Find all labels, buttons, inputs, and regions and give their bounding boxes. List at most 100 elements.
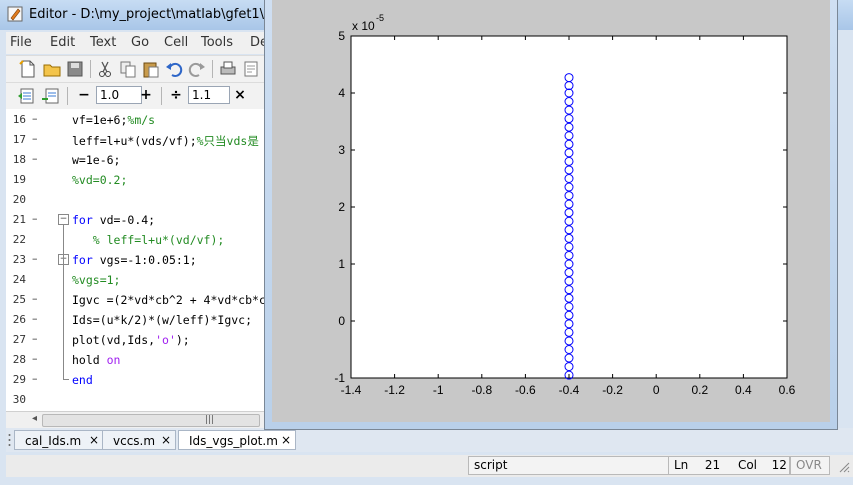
line-number: 19 [12,173,26,186]
code-line[interactable]: 19 %vd=0.2; [6,169,266,189]
breakpoint-marker[interactable]: – [32,352,38,365]
horizontal-scrollbar[interactable]: ◂ ||| [6,411,266,428]
x-tick-label: -0.4 [559,383,580,397]
breakpoint-marker[interactable]: – [32,312,38,325]
fold-toggle-icon[interactable]: − [58,214,69,225]
decrement-button[interactable]: − [75,86,93,104]
code-editor[interactable]: 16– vf=1e+6;%m/s 17– leff=l+u*(vds/vf);%只当v… [6,109,266,411]
scroll-left-arrow-icon[interactable]: ◂ [32,413,37,424]
cut-icon[interactable] [95,59,115,79]
code-token: vf=1e+6; [72,113,128,127]
code-line[interactable]: 25– Igvc =(2*vd*cb^2 + 4*vd*cb*c [6,289,266,309]
code-line[interactable]: 21– for vd=-0.4; [6,209,266,229]
y-tick-label: 1 [338,257,345,271]
paste-icon[interactable] [141,59,161,79]
evaluate-cell-icon[interactable] [41,86,61,106]
code-line[interactable]: 26– Ids=(u*k/2)*(w/leff)*Igvc; [6,309,266,329]
code-line[interactable]: 23– for vgs=-1:0.05:1; [6,249,266,269]
multiply-button[interactable]: × [231,86,249,104]
breakpoint-marker[interactable]: – [32,292,38,305]
breakpoint-marker[interactable]: – [32,132,38,145]
figure-canvas: -1.4 -1.2 -1 -0.8 -0.6 -0.4 -0.2 0 0.2 0.4 0.6 -1 0 1… [272,0,830,422]
code-line[interactable]: 30 [6,389,266,409]
code-line[interactable]: 28– hold on [6,349,266,369]
menu-tools[interactable]: Tools [201,35,233,50]
new-file-icon[interactable] [18,59,38,79]
open-folder-icon[interactable] [42,59,62,79]
resize-grip-icon[interactable] [838,461,850,473]
code-token: leff=l+u*(vds/vf); [72,134,197,148]
scrollbar-grip-icon: ||| [205,415,215,425]
line-number: 18 [12,153,26,166]
code-line[interactable]: 27– plot(vd,Ids,'o'); [6,329,266,349]
tab-bar-grip-icon [8,434,11,446]
y-tick-label: 3 [338,143,345,157]
line-number: 24 [12,273,26,286]
line-number: 25 [12,293,26,306]
menu-go[interactable]: Go [131,35,149,50]
code-line[interactable]: 29– end [6,369,266,389]
line-number: 23 [12,253,26,266]
menu-file[interactable]: File [10,35,32,50]
code-line[interactable]: 16– vf=1e+6;%m/s [6,109,266,129]
line-value: 21 [704,458,721,472]
undo-icon[interactable] [164,59,184,79]
code-line[interactable]: 24 %vgs=1; [6,269,266,289]
y-tick-label: 0 [338,314,345,328]
redo-icon[interactable] [187,59,207,79]
line-number: 26 [12,313,26,326]
menu-text[interactable]: Text [90,35,116,50]
tab-ids-vgs-plot[interactable]: Ids_vgs_plot.m × [178,430,296,450]
code-line[interactable]: 20 [6,189,266,209]
tab-close-icon[interactable]: × [161,433,171,447]
tab-cal-ids[interactable]: cal_Ids.m × [14,430,104,450]
code-line[interactable]: 22 % leff=l+u*(vd/vf); [6,229,266,249]
x-tick-label: -1 [433,383,444,397]
code-token: %m/s [127,113,156,127]
print-icon[interactable] [218,59,238,79]
code-text: % leff=l+u*(vd/vf); [72,233,225,247]
breakpoint-marker[interactable]: – [32,252,38,265]
code-token: %只当vds是 [196,134,259,148]
code-token: vd=-0.4; [92,213,156,227]
code-text: end [72,373,93,387]
copy-icon[interactable] [118,59,138,79]
editor-title: Editor - D:\my_project\matlab\gfet1\Ids_ [29,7,290,22]
code-token: plot(vd,Ids, [72,333,156,347]
increment-button[interactable]: + [137,86,155,104]
y-tick-label: 4 [338,86,345,100]
code-line[interactable]: 17– leff=l+u*(vds/vf);%只当vds是 [6,129,266,149]
line-number: 22 [12,233,26,246]
code-text: Igvc =(2*vd*cb^2 + 4*vd*cb*c [72,293,266,307]
tab-vccs[interactable]: vccs.m × [102,430,176,450]
code-token: end [72,373,93,387]
find-files-icon[interactable] [242,59,262,79]
divide-button[interactable]: ÷ [167,86,185,104]
breakpoint-marker[interactable]: – [32,212,38,225]
toolbar-separator [67,87,68,105]
line-number: 21 [12,213,26,226]
code-line[interactable]: 18– w=1e-6; [6,149,266,169]
figure-window[interactable]: -1.4 -1.2 -1 -0.8 -0.6 -0.4 -0.2 0 0.2 0.4 0.6 -1 0 1… [264,0,838,430]
x-tick-label: -1.2 [384,383,405,397]
fold-guide-end [63,379,69,380]
scrollbar-thumb[interactable]: ||| [42,414,260,427]
code-text: leff=l+u*(vds/vf);%只当vds是 [72,133,259,149]
decrement-value-field[interactable]: 1.0 [96,86,142,104]
fold-guide-line [63,225,64,379]
tab-close-icon[interactable]: × [89,433,99,447]
menu-edit[interactable]: Edit [50,35,75,50]
tab-close-icon[interactable]: × [281,433,291,447]
insert-cell-icon[interactable] [16,86,36,106]
breakpoint-marker[interactable]: – [32,372,38,385]
breakpoint-marker[interactable]: – [32,152,38,165]
menu-cell[interactable]: Cell [164,35,188,50]
code-token: Igvc =(2*vd*cb^2 + 4*vd*cb*c [72,293,266,307]
breakpoint-marker[interactable]: – [32,332,38,345]
axes-box [350,35,788,379]
column-value: 12 [771,458,787,472]
save-icon[interactable] [65,59,85,79]
breakpoint-marker[interactable]: – [32,112,38,125]
tab-label: Ids_vgs_plot.m [189,434,278,448]
multiplier-value-field[interactable]: 1.1 [188,86,230,104]
